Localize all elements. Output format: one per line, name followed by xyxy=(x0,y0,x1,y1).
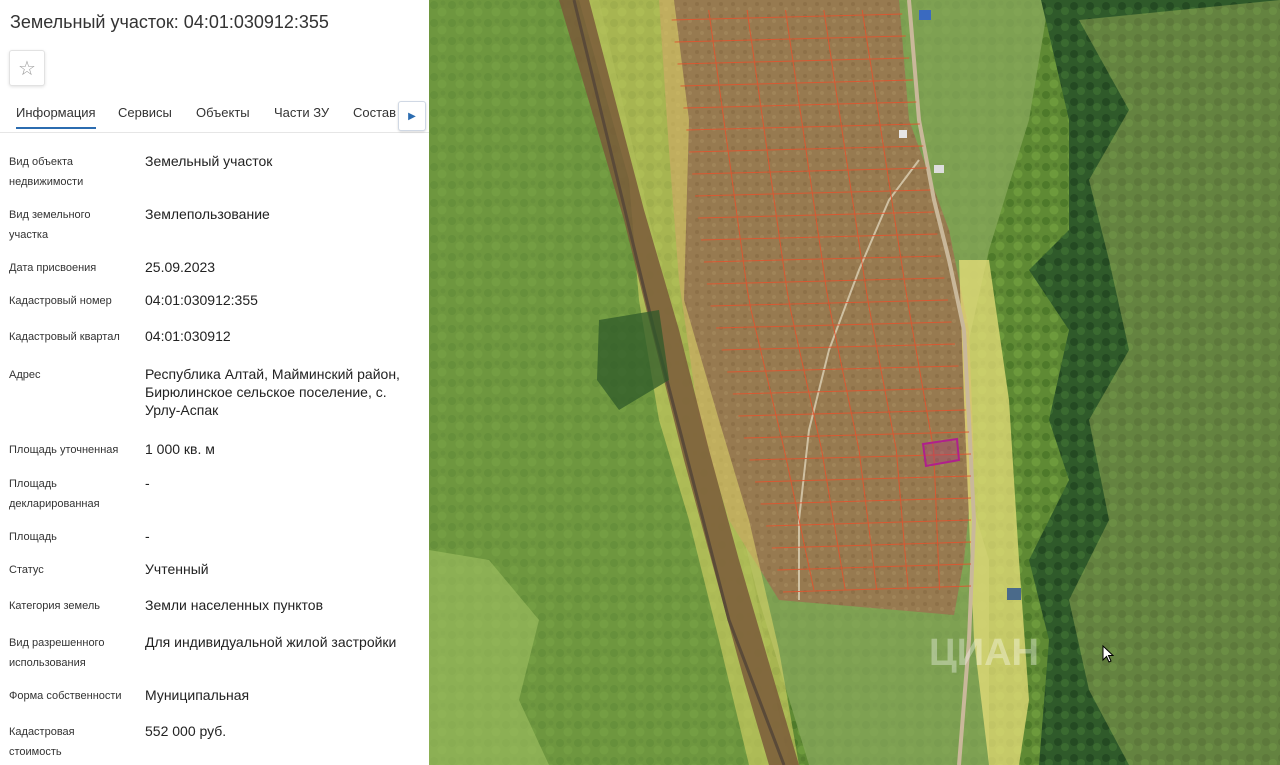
info-value: Землепользование xyxy=(145,206,270,222)
building xyxy=(919,10,931,20)
mouse-pointer-icon xyxy=(1102,645,1114,663)
info-value: 25.09.2023 xyxy=(145,259,216,275)
tab-bar: Информация Сервисы Объекты Части ЗУ Сост… xyxy=(0,100,429,133)
info-value: 1 000 кв. м xyxy=(145,441,215,457)
tab-objects[interactable]: Объекты xyxy=(196,105,250,120)
watermark-text: ЦИАН xyxy=(929,632,1039,674)
satellite-map[interactable]: ЦИАН xyxy=(429,0,1280,765)
selected-parcel[interactable] xyxy=(921,437,961,468)
info-value: Учтенный xyxy=(145,561,209,577)
info-value: Для индивидуальной жилой застройки xyxy=(145,634,397,650)
info-value: Республика Алтай, Майминский район, Бирю… xyxy=(145,366,400,418)
info-label: Вид разрешенного использования xyxy=(9,637,105,669)
info-label: Площадь уточненная xyxy=(9,444,119,456)
tabs-scroll-right-button[interactable]: ▶ xyxy=(398,101,426,131)
info-label: Адрес xyxy=(9,369,41,381)
tab-parts[interactable]: Части ЗУ xyxy=(274,105,329,120)
tab-composition[interactable]: Состав xyxy=(353,105,396,120)
building xyxy=(899,130,907,138)
info-label: Статус xyxy=(9,564,44,576)
tab-info[interactable]: Информация xyxy=(16,105,96,129)
info-label: Категория земель xyxy=(9,600,100,612)
info-value: Земельный участок xyxy=(145,153,273,169)
tab-services[interactable]: Сервисы xyxy=(118,105,172,120)
star-outline-icon: ☆ xyxy=(18,57,36,80)
info-value: - xyxy=(145,528,150,544)
page-title: Земельный участок: 04:01:030912:355 xyxy=(10,12,329,32)
info-value: Муниципальная xyxy=(145,687,250,703)
info-value: 04:01:030912 xyxy=(145,328,231,344)
info-value: Земли населенных пунктов xyxy=(145,597,324,613)
info-label: Дата присвоения xyxy=(9,262,97,274)
info-panel: Земельный участок: 04:01:030912:355 ☆ Ин… xyxy=(0,0,429,765)
info-label: Кадастровая стоимость xyxy=(9,726,75,758)
info-label: Вид объекта недвижимости xyxy=(9,156,84,188)
info-label: Кадастровый квартал xyxy=(9,331,120,343)
info-label: Вид земельного участка xyxy=(9,209,91,241)
info-value: 04:01:030912:355 xyxy=(145,292,258,308)
map-canvas: ЦИАН xyxy=(429,0,1280,765)
info-label: Площадь декларированная xyxy=(9,478,100,510)
info-value: 552 000 руб. xyxy=(145,723,227,739)
info-label: Площадь xyxy=(9,531,57,543)
info-label: Кадастровый номер xyxy=(9,295,112,307)
info-label: Форма собственности xyxy=(9,690,122,702)
caret-right-icon: ▶ xyxy=(408,110,416,122)
favorite-button[interactable]: ☆ xyxy=(9,50,45,86)
info-value: - xyxy=(145,475,150,491)
building xyxy=(1007,588,1021,600)
building xyxy=(934,165,944,173)
